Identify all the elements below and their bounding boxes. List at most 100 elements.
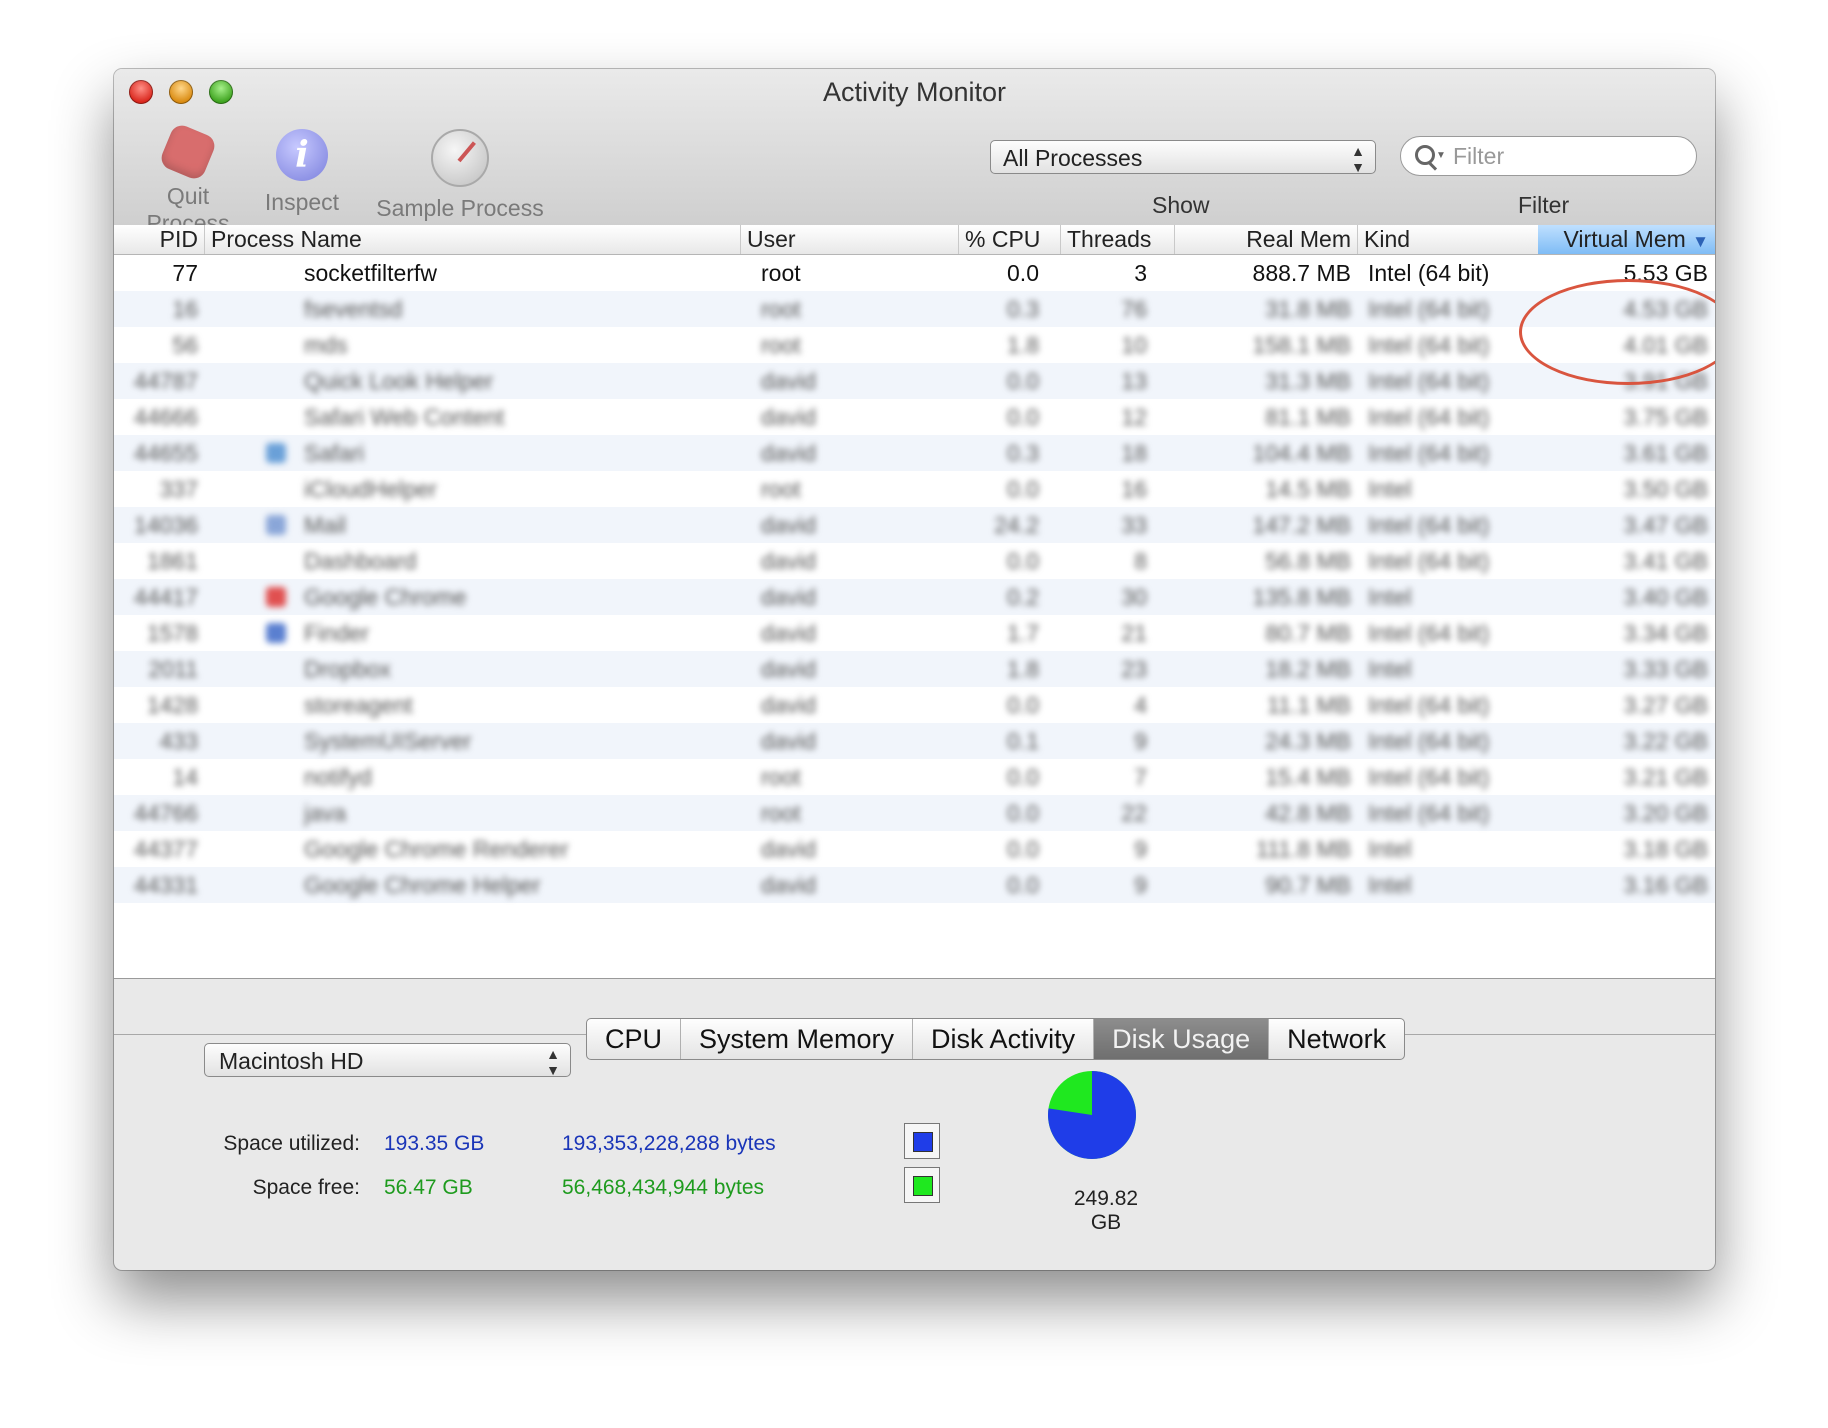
cell-user: root [761, 800, 801, 826]
cell-user: david [761, 584, 816, 610]
table-row[interactable]: 44666 Safari Web Content david 0.0 12 81.1 MB… [114, 399, 1715, 435]
cell-virt: 3.18 GB [1623, 836, 1708, 862]
cell-virt: 5.53 GB [1623, 260, 1708, 286]
cell-user: david [761, 620, 816, 646]
table-row[interactable]: 2011 Dropbox david 1.8 23 18.2 MB Intel 3.33 GB [114, 651, 1715, 687]
cell-cpu: 0.0 [1007, 692, 1039, 718]
cell-name: fseventsd [304, 296, 403, 322]
stats-tab-bar: CPU System Memory Disk Activity Disk Usa… [586, 1018, 1406, 1060]
cell-user: david [761, 512, 816, 538]
table-row[interactable]: 44331 Google Chrome Helper david 0.0 9 90.7 M… [114, 867, 1715, 903]
cell-name: java [304, 800, 347, 826]
tab-cpu[interactable]: CPU [587, 1019, 682, 1059]
tab-network[interactable]: Network [1269, 1019, 1404, 1059]
cell-threads: 4 [1134, 692, 1147, 718]
cell-virt: 3.22 GB [1623, 728, 1708, 754]
cell-kind: Intel (64 bit) [1368, 332, 1490, 358]
cell-virt: 3.50 GB [1623, 476, 1708, 502]
cell-virt: 3.41 GB [1623, 548, 1708, 574]
cell-real: 888.7 MB [1252, 260, 1351, 286]
cell-cpu: 0.3 [1007, 296, 1039, 322]
app-icon [266, 443, 286, 463]
table-row[interactable]: 56 mds root 1.8 10 158.1 MB Intel (64 bit) 4.01… [114, 327, 1715, 363]
table-row[interactable]: 44417 Google Chrome david 0.2 30 135.8 MB Inte… [114, 579, 1715, 615]
cell-real: 135.8 MB [1252, 584, 1351, 610]
cell-name: Dashboard [304, 548, 417, 574]
cell-cpu: 0.0 [1007, 260, 1039, 286]
sample-process-label: Sample Process [376, 195, 544, 221]
cell-user: root [761, 260, 801, 286]
column-header-pid[interactable]: PID [114, 225, 205, 254]
cell-real: 14.5 MB [1265, 476, 1351, 502]
table-row[interactable]: 433 SystemUIServer david 0.1 9 24.3 MB Intel (… [114, 723, 1715, 759]
table-row[interactable]: 14 notifyd root 0.0 7 15.4 MB Intel (64 bit) 3.… [114, 759, 1715, 795]
free-color-swatch[interactable] [904, 1167, 940, 1203]
cell-virt: 3.33 GB [1623, 656, 1708, 682]
cell-name: notifyd [304, 764, 372, 790]
column-header-user[interactable]: User [741, 225, 959, 254]
cell-virt: 3.61 GB [1623, 440, 1708, 466]
used-color-swatch[interactable] [904, 1123, 940, 1159]
cell-pid: 44766 [134, 800, 198, 826]
cell-real: 56.8 MB [1265, 548, 1351, 574]
cell-user: david [761, 440, 816, 466]
tab-system-memory[interactable]: System Memory [681, 1019, 914, 1059]
cell-virt: 4.53 GB [1623, 296, 1708, 322]
app-icon [266, 587, 286, 607]
column-header-threads[interactable]: Threads [1061, 225, 1175, 254]
table-row[interactable]: 1861 Dashboard david 0.0 8 56.8 MB Intel (64 b… [114, 543, 1715, 579]
table-row[interactable]: 44787 Quick Look Helper david 0.0 13 31.3 MB I… [114, 363, 1715, 399]
cell-cpu: 0.0 [1007, 836, 1039, 862]
column-header-cpu[interactable]: % CPU [959, 225, 1061, 254]
stop-sign-icon [157, 121, 219, 183]
process-table: PID Process Name User % CPU Threads Real… [114, 225, 1715, 979]
table-row[interactable]: 337 iCloudHelper root 0.0 16 14.5 MB Intel 3.50… [114, 471, 1715, 507]
cell-kind: Intel [1368, 872, 1412, 898]
table-row[interactable]: 1428 storeagent david 0.0 4 11.1 MB Intel (64 … [114, 687, 1715, 723]
cell-real: 147.2 MB [1252, 512, 1351, 538]
show-processes-select[interactable]: All Processes ▲ ▼ [990, 140, 1376, 175]
cell-user: david [761, 836, 816, 862]
show-caption: Show [1152, 192, 1210, 218]
cell-real: 104.4 MB [1252, 440, 1351, 466]
table-row[interactable]: 44766 java root 0.0 22 42.8 MB Intel (64 bit) 3… [114, 795, 1715, 831]
table-row[interactable]: 44377 Google Chrome Renderer david 0.0 9 111.… [114, 831, 1715, 867]
table-row[interactable]: 14036 Mail david 24.2 33 147.2 MB Intel (64 bi… [114, 507, 1715, 543]
inspect-button[interactable]: i Inspect [252, 129, 352, 216]
cell-threads: 21 [1121, 620, 1147, 646]
table-row[interactable]: 1578 Finder david 1.7 21 80.7 MB Intel (64 bit… [114, 615, 1715, 651]
cell-cpu: 1.8 [1007, 332, 1039, 358]
cell-cpu: 1.7 [1007, 620, 1039, 646]
filter-search-field[interactable]: ▼ Filter [1400, 136, 1697, 176]
cell-name: storeagent [304, 692, 413, 718]
cell-kind: Intel (64 bit) [1368, 296, 1490, 322]
cell-kind: Intel (64 bit) [1368, 548, 1490, 574]
space-utilized-value: 193.35 GB [384, 1132, 485, 1155]
cell-virt: 3.21 GB [1623, 764, 1708, 790]
table-row[interactable]: 77 socketfilterfw root 0.0 3 888.7 MB Intel (6… [114, 255, 1715, 291]
table-row[interactable]: 16 fseventsd root 0.3 76 31.8 MB Intel (64 bit… [114, 291, 1715, 327]
column-header-real-mem[interactable]: Real Mem [1175, 225, 1358, 254]
column-header-virtual-mem[interactable]: Virtual Mem ▼ [1538, 225, 1715, 254]
tab-disk-activity[interactable]: Disk Activity [913, 1019, 1095, 1059]
cell-kind: Intel (64 bit) [1368, 620, 1490, 646]
cell-user: root [761, 332, 801, 358]
disk-volume-select[interactable]: Macintosh HD ▲ ▼ [204, 1043, 571, 1078]
cell-virt: 3.16 GB [1623, 872, 1708, 898]
up-down-arrows-icon: ▲ ▼ [546, 1046, 560, 1078]
sample-process-button[interactable]: Sample Process [374, 129, 546, 222]
cell-kind: Intel [1368, 656, 1412, 682]
cell-pid: 433 [159, 728, 198, 754]
cell-name: Google Chrome [304, 584, 467, 610]
space-free-label: Space free: [252, 1176, 360, 1199]
cell-cpu: 0.0 [1007, 548, 1039, 574]
cell-real: 18.2 MB [1265, 656, 1351, 682]
cell-kind: Intel [1368, 584, 1412, 610]
cell-name: mds [304, 332, 348, 358]
tab-disk-usage[interactable]: Disk Usage [1094, 1019, 1270, 1059]
column-header-process-name[interactable]: Process Name [205, 225, 741, 254]
up-down-arrows-icon: ▲ ▼ [1351, 143, 1365, 175]
table-row[interactable]: 44655 Safari david 0.3 18 104.4 MB Intel (64 b… [114, 435, 1715, 471]
quit-process-button[interactable]: Quit Process [128, 121, 248, 237]
cell-kind: Intel [1368, 836, 1412, 862]
